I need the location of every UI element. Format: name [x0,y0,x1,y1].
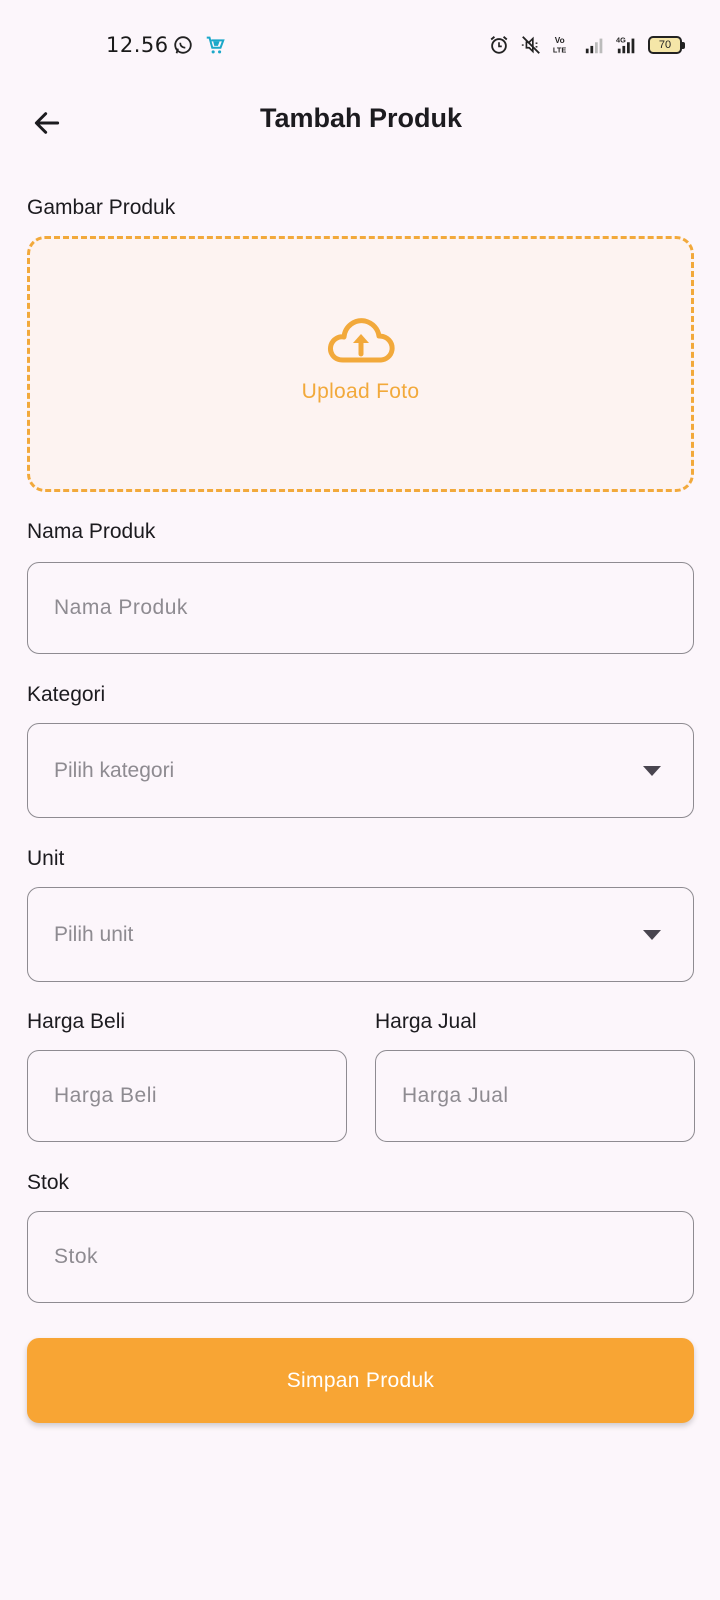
category-label: Kategori [27,683,106,706]
category-placeholder: Pilih kategori [54,758,175,782]
battery-icon: 70 [648,36,685,54]
stock-input[interactable] [54,1245,693,1269]
svg-text:Vo: Vo [555,36,565,45]
alarm-icon [490,36,508,54]
svg-text:4G: 4G [616,35,626,44]
stock-field[interactable] [27,1211,694,1303]
status-bar: 12.56 Vo LTE 4G 70 [0,0,720,92]
status-left-icons [172,34,226,56]
buy-price-label: Harga Beli [27,1010,126,1033]
buy-price-input[interactable] [54,1084,346,1108]
image-label: Gambar Produk [27,196,176,219]
status-time: 12.56 [106,33,169,57]
product-name-input[interactable] [54,596,693,620]
signal-icon [585,38,603,54]
product-name-field[interactable] [27,562,694,654]
sell-price-label: Harga Jual [375,1010,477,1033]
upload-photo-box[interactable]: Upload Foto [27,236,694,492]
app-bar: Tambah Produk [0,92,720,154]
sell-price-field[interactable] [375,1050,695,1142]
volte-icon: Vo LTE [553,36,566,54]
unit-placeholder: Pilih unit [54,922,134,946]
4g-signal-icon: 4G [616,35,635,54]
stock-label: Stok [27,1171,70,1194]
cloud-upload-icon [327,318,395,363]
upload-photo-label: Upload Foto [301,380,420,403]
dropdown-arrow-icon [643,930,661,940]
name-label: Nama Produk [27,520,156,543]
mute-icon [521,36,540,54]
page-title: Tambah Produk [259,103,463,133]
category-dropdown[interactable]: Pilih kategori [27,723,694,818]
sell-price-input[interactable] [402,1084,694,1108]
save-product-button[interactable]: Simpan Produk [27,1338,694,1423]
save-product-label: Simpan Produk [286,1368,435,1392]
shopping-cart-app-icon [206,36,225,54]
unit-label: Unit [27,847,65,870]
svg-text:LTE: LTE [553,45,566,54]
status-right-icons: Vo LTE 4G 70 [488,34,685,56]
buy-price-field[interactable] [27,1050,347,1142]
unit-dropdown[interactable]: Pilih unit [27,887,694,982]
whatsapp-icon [174,36,192,54]
dropdown-arrow-icon [643,766,661,776]
